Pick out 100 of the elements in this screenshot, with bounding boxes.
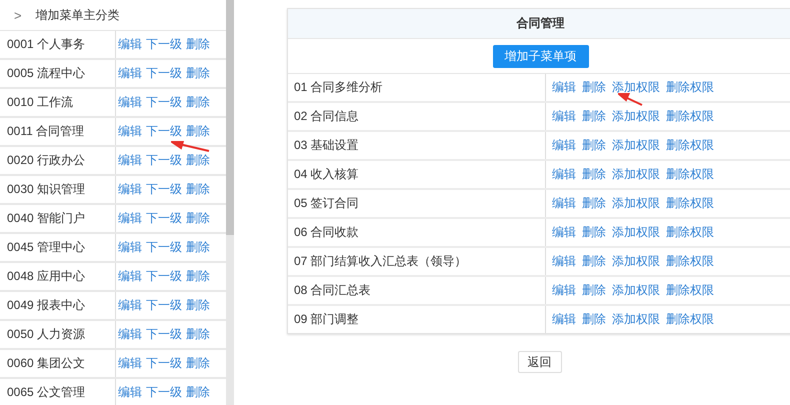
action-link[interactable]: 编辑 bbox=[118, 152, 142, 169]
action-link[interactable]: 编辑 bbox=[118, 239, 142, 256]
action-link[interactable]: 下一级 bbox=[146, 94, 182, 111]
action-link[interactable]: 添加权限 bbox=[612, 108, 660, 125]
action-link[interactable]: 下一级 bbox=[146, 326, 182, 343]
action-link[interactable]: 下一级 bbox=[146, 181, 182, 198]
menu-name-cell: 0010 工作流 bbox=[0, 89, 116, 116]
action-link[interactable]: 编辑 bbox=[118, 123, 142, 140]
submenu-name-cell: 04 收入核算 bbox=[288, 161, 546, 188]
menu-name-cell: 0050 人力资源 bbox=[0, 321, 116, 348]
action-link[interactable]: 删除 bbox=[186, 355, 210, 372]
action-link[interactable]: 删除 bbox=[186, 65, 210, 82]
action-link[interactable]: 编辑 bbox=[552, 108, 576, 125]
action-link[interactable]: 下一级 bbox=[146, 36, 182, 53]
action-link[interactable]: 删除 bbox=[582, 253, 606, 270]
submenu-name-cell: 09 部门调整 bbox=[288, 306, 546, 333]
action-link[interactable]: 删除权限 bbox=[666, 108, 714, 125]
action-link[interactable]: 删除 bbox=[186, 123, 210, 140]
action-link[interactable]: 删除 bbox=[186, 152, 210, 169]
action-link[interactable]: 下一级 bbox=[146, 65, 182, 82]
pointer-arrow bbox=[618, 93, 644, 107]
action-link[interactable]: 编辑 bbox=[118, 268, 142, 285]
action-link[interactable]: 删除 bbox=[582, 195, 606, 212]
action-link[interactable]: 删除 bbox=[582, 137, 606, 154]
action-link[interactable]: 添加权限 bbox=[612, 195, 660, 212]
action-link[interactable]: 删除权限 bbox=[666, 137, 714, 154]
action-link[interactable]: 下一级 bbox=[146, 268, 182, 285]
action-link[interactable]: 编辑 bbox=[552, 224, 576, 241]
menu-name-cell: 0020 行政办公 bbox=[0, 147, 116, 174]
action-link[interactable]: 下一级 bbox=[146, 384, 182, 401]
action-link[interactable]: 删除权限 bbox=[666, 224, 714, 241]
action-link[interactable]: 删除权限 bbox=[666, 282, 714, 299]
action-link[interactable]: 删除 bbox=[582, 108, 606, 125]
action-link[interactable]: 删除 bbox=[582, 79, 606, 96]
menu-name-cell: 0045 管理中心 bbox=[0, 234, 116, 261]
add-submenu-button[interactable]: 增加子菜单项 bbox=[492, 44, 588, 68]
action-link[interactable]: 添加权限 bbox=[612, 311, 660, 328]
action-link[interactable]: 删除 bbox=[186, 210, 210, 227]
menu-name-cell: 0060 集团公文 bbox=[0, 350, 116, 377]
menu-name-cell: 0048 应用中心 bbox=[0, 263, 116, 290]
action-link[interactable]: 删除 bbox=[186, 268, 210, 285]
add-category-link[interactable]: 增加菜单主分类 bbox=[36, 6, 120, 24]
action-link[interactable]: 删除 bbox=[186, 239, 210, 256]
action-link[interactable]: 添加权限 bbox=[612, 79, 660, 96]
action-link[interactable]: 添加权限 bbox=[612, 253, 660, 270]
back-button[interactable]: 返回 bbox=[518, 351, 562, 373]
action-link[interactable]: 删除 bbox=[582, 224, 606, 241]
submenu-name-cell: 06 合同收款 bbox=[288, 219, 546, 246]
action-link[interactable]: 下一级 bbox=[146, 239, 182, 256]
menu-name-cell: 0065 公文管理 bbox=[0, 379, 116, 405]
submenu-name-cell: 07 部门结算收入汇总表（领导） bbox=[288, 248, 546, 275]
action-link[interactable]: 编辑 bbox=[118, 94, 142, 111]
action-link[interactable]: 删除权限 bbox=[666, 253, 714, 270]
action-link[interactable]: 编辑 bbox=[118, 355, 142, 372]
action-link[interactable]: 删除 bbox=[186, 384, 210, 401]
action-link[interactable]: 编辑 bbox=[552, 282, 576, 299]
action-link[interactable]: 下一级 bbox=[146, 355, 182, 372]
action-link[interactable]: 删除 bbox=[186, 326, 210, 343]
action-link[interactable]: 编辑 bbox=[118, 210, 142, 227]
submenu-name-cell: 02 合同信息 bbox=[288, 103, 546, 130]
action-link[interactable]: 删除 bbox=[582, 166, 606, 183]
expand-icon[interactable]: > bbox=[14, 8, 22, 22]
action-link[interactable]: 添加权限 bbox=[612, 282, 660, 299]
action-link[interactable]: 编辑 bbox=[118, 326, 142, 343]
action-link[interactable]: 下一级 bbox=[146, 152, 182, 169]
action-link[interactable]: 删除 bbox=[186, 94, 210, 111]
action-link[interactable]: 删除 bbox=[582, 311, 606, 328]
menu-name-cell: 0049 报表中心 bbox=[0, 292, 116, 319]
submenu-name-cell: 08 合同汇总表 bbox=[288, 277, 546, 304]
action-link[interactable]: 编辑 bbox=[552, 137, 576, 154]
action-link[interactable]: 编辑 bbox=[552, 253, 576, 270]
menu-name-cell: 0011 合同管理 bbox=[0, 118, 116, 145]
action-link[interactable]: 编辑 bbox=[552, 195, 576, 212]
menu-name-cell: 0030 知识管理 bbox=[0, 176, 116, 203]
action-link[interactable]: 编辑 bbox=[552, 166, 576, 183]
action-link[interactable]: 编辑 bbox=[118, 384, 142, 401]
pointer-arrow bbox=[171, 141, 211, 153]
action-link[interactable]: 删除 bbox=[186, 36, 210, 53]
action-link[interactable]: 编辑 bbox=[552, 79, 576, 96]
action-link[interactable]: 删除权限 bbox=[666, 79, 714, 96]
scrollbar[interactable] bbox=[226, 0, 234, 405]
menu-name-cell: 0040 智能门户 bbox=[0, 205, 116, 232]
action-link[interactable]: 删除 bbox=[186, 297, 210, 314]
action-link[interactable]: 下一级 bbox=[146, 297, 182, 314]
action-link[interactable]: 编辑 bbox=[552, 311, 576, 328]
action-link[interactable]: 编辑 bbox=[118, 181, 142, 198]
action-link[interactable]: 下一级 bbox=[146, 123, 182, 140]
action-link[interactable]: 编辑 bbox=[118, 65, 142, 82]
action-link[interactable]: 删除 bbox=[186, 181, 210, 198]
action-link[interactable]: 编辑 bbox=[118, 36, 142, 53]
action-link[interactable]: 添加权限 bbox=[612, 224, 660, 241]
action-link[interactable]: 删除权限 bbox=[666, 311, 714, 328]
action-link[interactable]: 删除权限 bbox=[666, 195, 714, 212]
action-link[interactable]: 下一级 bbox=[146, 210, 182, 227]
action-link[interactable]: 删除权限 bbox=[666, 166, 714, 183]
action-link[interactable]: 删除 bbox=[582, 282, 606, 299]
action-link[interactable]: 添加权限 bbox=[612, 137, 660, 154]
action-link[interactable]: 添加权限 bbox=[612, 166, 660, 183]
action-link[interactable]: 编辑 bbox=[118, 297, 142, 314]
submenu-name-cell: 03 基础设置 bbox=[288, 132, 546, 159]
